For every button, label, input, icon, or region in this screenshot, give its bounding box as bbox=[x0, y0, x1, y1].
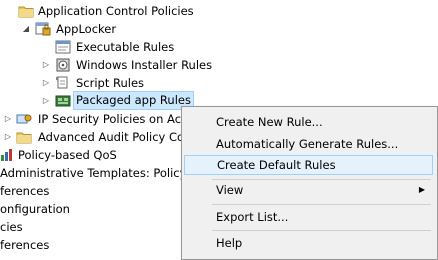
tree-item-script-rules[interactable]: ▷ Script Rules bbox=[0, 74, 200, 92]
menu-item-label: View bbox=[216, 183, 244, 197]
tree-item-packaged-app-rules[interactable]: ▷ Packaged app Rules bbox=[0, 91, 200, 110]
tree-item-label: Executable Rules bbox=[76, 40, 175, 54]
submenu-arrow-icon: ▶ bbox=[418, 185, 425, 194]
menu-item-label: Automatically Generate Rules... bbox=[216, 137, 399, 151]
folder-icon bbox=[16, 130, 32, 144]
menu-item-label: Help bbox=[216, 236, 243, 250]
menu-item-label: Create New Rule... bbox=[216, 115, 323, 129]
tree-item-label: cies bbox=[0, 220, 23, 234]
menu-item-help[interactable]: Help bbox=[184, 233, 433, 253]
tree-item-label: IP Security Policies on Activ bbox=[38, 112, 181, 126]
menu-separator bbox=[212, 230, 431, 231]
menu-item-export-list[interactable]: Export List... bbox=[184, 207, 433, 227]
tree-item-label: Packaged app Rules bbox=[73, 91, 194, 110]
tree-item-label: Script Rules bbox=[76, 76, 145, 90]
menu-separator bbox=[212, 204, 431, 205]
expanded-arrow-icon[interactable]: ◢ bbox=[21, 20, 31, 38]
tree-item-windows-installer-rules[interactable]: ▷ Windows Installer Rules bbox=[0, 56, 220, 74]
folder-icon bbox=[18, 4, 34, 18]
tree-item-label: onfiguration bbox=[0, 202, 70, 216]
tree-item-policy-based-qos[interactable]: Policy-based QoS bbox=[0, 146, 181, 164]
collapsed-arrow-icon[interactable]: ▷ bbox=[41, 74, 51, 92]
collapsed-arrow-icon[interactable]: ▷ bbox=[41, 92, 51, 110]
bar-chart-icon bbox=[0, 148, 16, 162]
executable-rules-icon bbox=[55, 40, 71, 54]
collapsed-arrow-icon[interactable]: ▷ bbox=[41, 56, 51, 74]
tree-item-label: Administrative Templates: Policy d bbox=[0, 166, 181, 180]
menu-item-label: Export List... bbox=[216, 210, 289, 224]
tree-item-label: Policy-based QoS bbox=[18, 148, 117, 162]
tree-item-label: ferences bbox=[0, 238, 50, 252]
tree-item-label: Advanced Audit Policy Cor bbox=[38, 130, 181, 144]
tree-item-preferences[interactable]: ferences bbox=[0, 182, 181, 200]
script-icon bbox=[55, 76, 71, 90]
tree-item-preferences-2[interactable]: ferences bbox=[0, 236, 181, 254]
ip-security-icon bbox=[16, 112, 32, 126]
tree-item-ip-security-policies[interactable]: ▷ IP Security Policies on Activ bbox=[0, 110, 181, 128]
tree-item-label: AppLocker bbox=[56, 22, 117, 36]
tree-item-policies[interactable]: cies bbox=[0, 218, 181, 236]
tree-item-administrative-templates[interactable]: Administrative Templates: Policy d bbox=[0, 164, 181, 182]
tree-item-advanced-audit-policy[interactable]: ▷ Advanced Audit Policy Cor bbox=[0, 128, 181, 146]
tree-item-label: ferences bbox=[0, 184, 50, 198]
collapsed-arrow-icon[interactable]: ▷ bbox=[3, 110, 13, 128]
tree-item-configuration[interactable]: onfiguration bbox=[0, 200, 181, 218]
menu-item-view[interactable]: View ▶ bbox=[184, 180, 433, 200]
packaged-app-icon bbox=[55, 94, 71, 108]
collapsed-arrow-icon[interactable]: ▷ bbox=[3, 128, 13, 146]
tree-item-applocker[interactable]: ◢ AppLocker bbox=[0, 20, 200, 38]
menu-item-create-new-rule[interactable]: Create New Rule... bbox=[184, 112, 433, 132]
tree-item-label: Windows Installer Rules bbox=[76, 58, 213, 72]
tree-item-application-control-policies[interactable]: Application Control Policies bbox=[0, 2, 200, 20]
tree-item-executable-rules[interactable]: Executable Rules bbox=[0, 38, 200, 56]
context-menu: Create New Rule... Automatically Generat… bbox=[181, 106, 438, 260]
applocker-icon bbox=[35, 22, 51, 36]
menu-item-label: Create Default Rules bbox=[217, 158, 336, 172]
tree-item-label: Application Control Policies bbox=[38, 4, 194, 18]
windows-installer-icon bbox=[55, 58, 71, 72]
menu-item-create-default-rules[interactable]: Create Default Rules bbox=[184, 155, 433, 175]
menu-item-automatically-generate-rules[interactable]: Automatically Generate Rules... bbox=[184, 134, 433, 154]
